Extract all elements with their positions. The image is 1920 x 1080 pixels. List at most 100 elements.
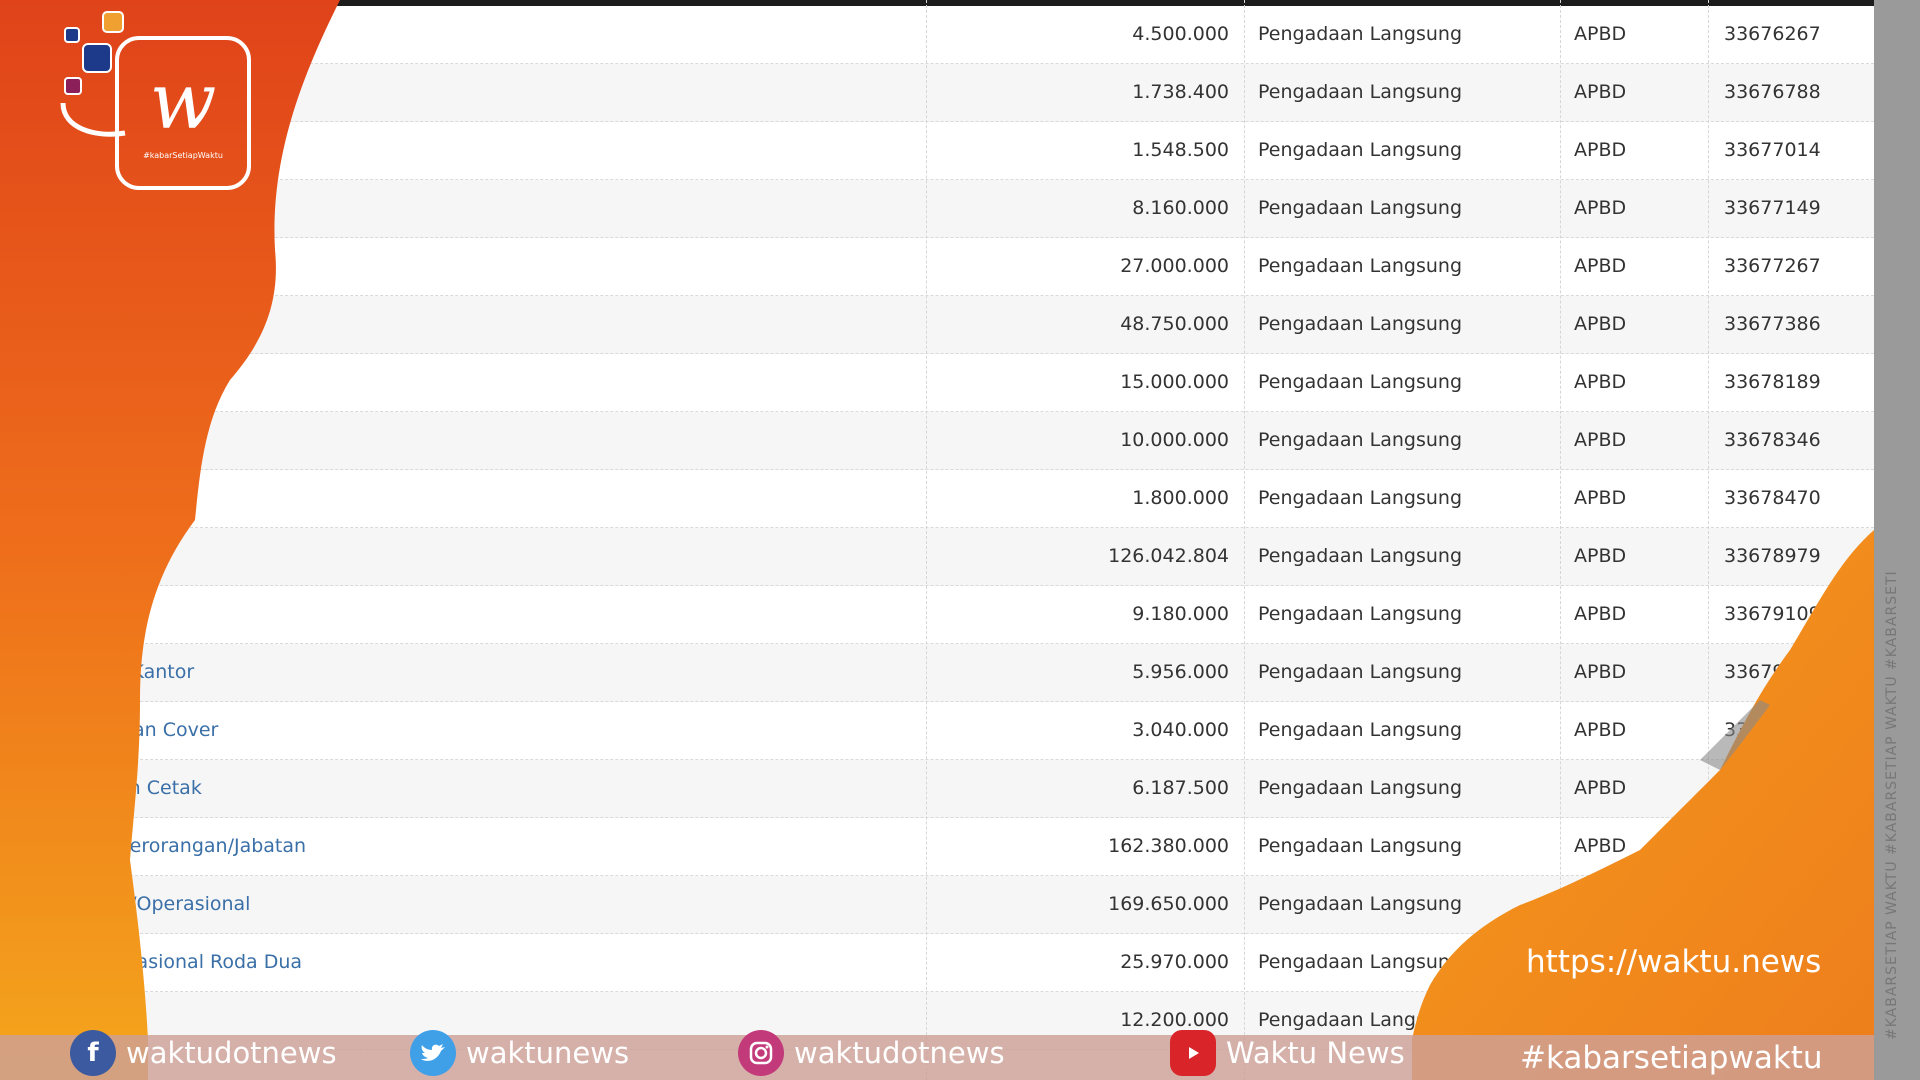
fund-source-cell: APBD [1574,255,1627,277]
amount-cell: 6.187.500 [1132,777,1229,799]
package-code-cell: 33678189 [1724,371,1821,393]
fund-source-cell: APBD [1574,139,1627,161]
table-row: r Perorangan/Jabatan 162.380.000 Pengadaan… [0,818,1874,876]
procurement-method-cell: Pengadaan Langsung [1258,545,1463,567]
column-divider [926,0,927,1080]
twitter-handle: waktunews [466,1036,630,1070]
fund-source-cell: APBD [1574,719,1627,741]
facebook-icon: f [70,1030,116,1076]
procurement-method-cell: Pengadaan Langsung [1258,661,1463,683]
table-row: 1.738.400 Pengadaan Langsung APBD 33676788 [0,64,1874,122]
amount-cell: 169.650.000 [1108,893,1229,915]
table-row: 10.000.000 Pengadaan Langsung APBD 33678346 [0,412,1874,470]
column-divider [1244,0,1245,1080]
amount-cell: 10.000.000 [1120,429,1229,451]
package-code-cell: 336 [1724,719,1761,741]
procurement-method-cell: Pengadaan Langsung [1258,313,1463,335]
table-row: 15.000.000 Pengadaan Langsung APBD 33678189 [0,354,1874,412]
website-url: https://waktu.news [1526,944,1822,980]
column-divider [1708,0,1709,1080]
youtube-icon [1170,1030,1216,1076]
table-row: 48.750.000 Pengadaan Langsung APBD 33677386 [0,296,1874,354]
amount-cell: 5.956.000 [1132,661,1229,683]
package-name-link[interactable] [105,586,905,643]
package-name-link[interactable] [105,412,905,469]
social-youtube: Waktu News [1170,1026,1405,1080]
table-row: 8.160.000 Pengadaan Langsung APBD 33677149 [0,180,1874,238]
package-code-cell: 33678470 [1724,487,1821,509]
package-name-link[interactable] [105,528,905,585]
procurement-method-cell: Pengadaan Langsung [1258,777,1463,799]
procurement-method-cell: Pengadaan Langsung [1258,429,1463,451]
fund-source-cell: APBD [1574,81,1627,103]
procurement-method-cell: Pengadaan Langsung [1258,139,1463,161]
package-code-cell: 33676267 [1724,23,1821,45]
column-divider [1560,0,1561,1080]
fund-source-cell: APBD [1574,487,1627,509]
fund-source-cell: APBD [1574,603,1627,625]
table-row: 126.042.804 Pengadaan Langsung APBD 3367897… [0,528,1874,586]
amount-cell: 1.738.400 [1132,81,1229,103]
package-code-cell: 33678979 [1724,545,1821,567]
package-code-cell: 33677149 [1724,197,1821,219]
hashtag-text: #kabarsetiapwaktu [1520,1040,1823,1076]
package-name-link[interactable]: s dan Cover [105,702,905,759]
twitter-icon [410,1030,456,1076]
package-code-cell: 33676788 [1724,81,1821,103]
procurement-method-cell: Pengadaan Langsung [1258,603,1463,625]
package-name-link[interactable]: r Perorangan/Jabatan [105,818,905,875]
procurement-method-cell: Pengadaan Langsung [1258,371,1463,393]
package-name-link[interactable]: han Cetak [105,760,905,817]
procurement-method-cell: Pengadaan Langsung [1258,835,1463,857]
fund-source-cell: APBD [1574,313,1627,335]
table-row: 4.500.000 Pengadaan Langsung APBD 33676267 [0,6,1874,64]
fund-source-cell: APBD [1574,777,1627,799]
amount-cell: 8.160.000 [1132,197,1229,219]
table-row: lis Kantor 5.956.000 Pengadaan Langsung APB… [0,644,1874,702]
package-code-cell: 33678346 [1724,429,1821,451]
table-row: han Cetak 6.187.500 Pengadaan Langsung APBD [0,760,1874,818]
instagram-handle: waktudotnews [794,1036,1005,1070]
package-code-cell [1724,876,1874,933]
fund-source-cell: APBD [1574,661,1627,683]
table-row: s dan Cover 3.040.000 Pengadaan Langsung AP… [0,702,1874,760]
waktu-logo: w #kabarSetiapWaktu [60,11,251,190]
amount-cell: 9.180.000 [1132,603,1229,625]
package-code-cell: 33677386 [1724,313,1821,335]
fund-source-cell: APBD [1574,23,1627,45]
package-name-link[interactable]: at /Operasional [105,876,905,933]
fund-source-cell: APBD [1574,429,1627,451]
social-instagram: waktudotnews [738,1026,1005,1080]
package-code-cell: 33677267 [1724,255,1821,277]
package-code-cell: 3367921 [1724,661,1809,683]
package-name-link[interactable]: lis Kantor [105,644,905,701]
facebook-handle: waktudotnews [126,1036,337,1070]
amount-cell: 48.750.000 [1120,313,1229,335]
package-name-link[interactable] [105,238,905,295]
table-row: 27.000.000 Pengadaan Langsung APBD 33677267 [0,238,1874,296]
procurement-table: 4.500.000 Pengadaan Langsung APBD 33676267 1… [0,6,1874,1050]
package-code-cell [1724,818,1874,875]
fund-source-cell: APBD [1574,545,1627,567]
table-row: at /Operasional 169.650.000 Pengadaan Lang… [0,876,1874,934]
procurement-method-cell: Pengadaan Langsung [1258,197,1463,219]
fund-source-cell: APBD [1574,835,1627,857]
social-facebook: f waktudotnews [70,1026,337,1080]
procurement-method-cell: Pengadaan Langsung [1258,719,1463,741]
amount-cell: 162.380.000 [1108,835,1229,857]
procurement-method-cell: Pengadaan Langsung [1258,893,1463,915]
procurement-method-cell: Pengadaan Langsung [1258,255,1463,277]
procurement-method-cell: Pengadaan Langsung [1258,81,1463,103]
fund-source-cell [1574,876,1694,933]
amount-cell: 1.548.500 [1132,139,1229,161]
svg-text:#kabarSetiapWaktu: #kabarSetiapWaktu [143,151,223,160]
youtube-handle: Waktu News [1226,1036,1405,1070]
package-name-link[interactable] [105,354,905,411]
package-name-link[interactable] [105,470,905,527]
package-code-cell [1724,760,1874,817]
table-row: 1.800.000 Pengadaan Langsung APBD 33678470 [0,470,1874,528]
package-name-link[interactable] [105,296,905,353]
amount-cell: 15.000.000 [1120,371,1229,393]
package-name-link[interactable]: perasional Roda Dua [105,934,905,991]
instagram-icon [738,1030,784,1076]
